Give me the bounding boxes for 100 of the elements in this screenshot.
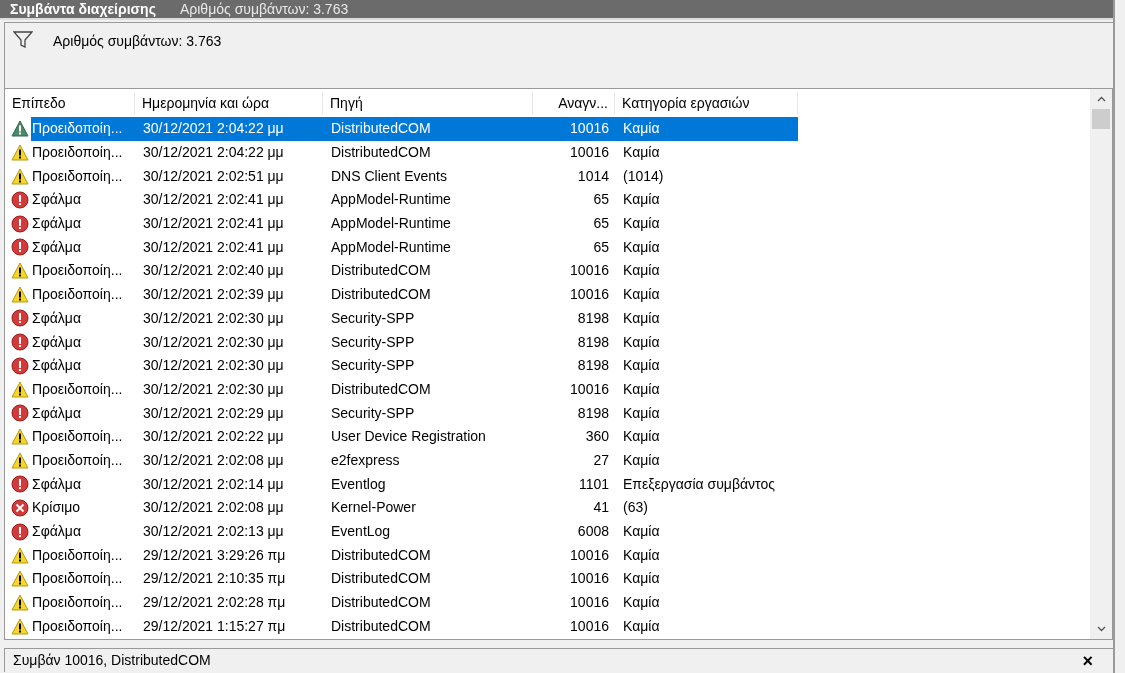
source-cell-text: DistributedCOM — [330, 285, 432, 305]
column-header[interactable]: Αναγν... — [533, 92, 615, 114]
error-icon — [11, 404, 29, 423]
source-cell-text: Security-SPP — [330, 403, 416, 423]
level-cell-text: Σφάλμα — [31, 474, 81, 494]
event-id-cell-text: 1101 — [577, 474, 610, 494]
panel-title: Συμβάντα διαχείρισης — [10, 0, 156, 19]
scroll-down-icon[interactable] — [1096, 626, 1106, 632]
level-cell-text: Κρίσιμο — [31, 498, 80, 518]
warning-icon — [11, 428, 29, 446]
category-cell-text: Καμία — [622, 569, 661, 589]
event-id-cell-text: 10016 — [569, 616, 610, 636]
filter-summary: Αριθμός συμβάντων: 3.763 — [53, 32, 222, 51]
error-icon — [11, 356, 29, 375]
column-header[interactable]: Κατηγορία εργασιών — [615, 92, 798, 114]
event-id-cell-text: 10016 — [569, 143, 610, 163]
source-cell-text: DistributedCOM — [330, 545, 432, 565]
source-cell-text: AppModel-Runtime — [330, 190, 452, 210]
warning-icon — [11, 262, 29, 280]
source-cell-text: AppModel-Runtime — [330, 214, 452, 234]
level-cell-text: Προειδοποίη... — [31, 569, 123, 589]
level-cell-text: Σφάλμα — [31, 356, 81, 376]
event-id-cell-text: 1014 — [576, 166, 610, 186]
date-cell-text: 30/12/2021 2:02:22 μμ — [142, 427, 285, 447]
level-cell-text: Προειδοποίη... — [31, 427, 123, 447]
event-id-cell-text: 8198 — [576, 356, 610, 376]
warning-icon — [11, 546, 29, 564]
date-cell-text: 30/12/2021 2:02:51 μμ — [142, 166, 285, 186]
date-cell-text: 30/12/2021 2:02:08 μμ — [142, 498, 285, 518]
source-cell-text: DistributedCOM — [330, 616, 432, 636]
filter-icon[interactable] — [13, 31, 33, 48]
error-icon — [11, 214, 29, 233]
date-cell-text: 30/12/2021 2:02:39 μμ — [142, 285, 285, 305]
level-cell-text: Προειδοποίη... — [31, 143, 123, 163]
category-cell-text: Καμία — [622, 616, 661, 636]
event-id-cell-text: 65 — [592, 237, 610, 257]
event-id-cell-text: 41 — [592, 498, 610, 518]
scroll-thumb[interactable] — [1092, 109, 1110, 129]
column-header[interactable]: Ημερομηνία και ώρα — [135, 92, 323, 114]
source-cell-text: DistributedCOM — [330, 143, 432, 163]
date-cell-text: 30/12/2021 2:02:13 μμ — [142, 522, 285, 542]
warning-icon — [11, 594, 29, 612]
warning-icon — [11, 617, 29, 635]
category-cell-text: Καμία — [622, 285, 661, 305]
level-cell-text: Σφάλμα — [31, 190, 81, 210]
date-cell-text: 30/12/2021 2:02:29 μμ — [142, 403, 285, 423]
event-id-cell-text: 10016 — [569, 593, 610, 613]
source-cell-text: DistributedCOM — [330, 569, 432, 589]
date-cell-text: 29/12/2021 3:29:26 πμ — [142, 545, 287, 565]
level-cell-text: Σφάλμα — [31, 522, 81, 542]
category-cell-text: Καμία — [622, 356, 661, 376]
column-header[interactable]: Επίπεδο — [5, 92, 135, 114]
date-cell-text: 29/12/2021 2:10:35 πμ — [142, 569, 287, 589]
category-cell-text: Καμία — [622, 545, 661, 565]
level-cell-text: Σφάλμα — [31, 214, 81, 234]
date-cell-text: 30/12/2021 2:02:08 μμ — [142, 450, 285, 470]
level-cell-text: Προειδοποίη... — [31, 593, 123, 613]
event-id-cell-text: 6008 — [576, 522, 610, 542]
category-cell-text: Καμία — [622, 308, 661, 328]
event-id-cell-text: 10016 — [569, 545, 610, 565]
error-icon — [11, 522, 29, 541]
category-cell-text: (1014) — [622, 166, 665, 186]
event-id-cell: 10016 — [533, 117, 615, 141]
column-header[interactable]: Πηγή — [323, 92, 533, 114]
error-icon — [11, 238, 29, 257]
date-cell-text: 30/12/2021 2:02:30 μμ — [142, 332, 285, 352]
date-cell: 30/12/2021 2:04:22 μμ — [135, 117, 323, 141]
category-cell-text: Καμία — [622, 261, 661, 281]
warning-icon — [11, 144, 29, 162]
source-cell-text: User Device Registration — [330, 427, 487, 447]
category-cell-text: Καμία — [622, 332, 661, 352]
source-cell-text: e2fexpress — [330, 450, 401, 470]
source-cell-text: DistributedCOM — [330, 261, 432, 281]
level-cell-text: Σφάλμα — [31, 237, 81, 257]
scrollbar[interactable] — [1090, 89, 1112, 639]
category-cell-text: Επεξεργασία συμβάντος — [622, 474, 776, 494]
category-cell-text: Καμία — [622, 427, 661, 447]
level-cell-text: Σφάλμα — [31, 332, 81, 352]
category-cell: Καμία — [615, 117, 798, 141]
event-id-cell-text: 8198 — [576, 403, 610, 423]
event-count: Αριθμός συμβάντων: 3.763 — [179, 0, 349, 19]
date-cell-text: 30/12/2021 2:04:22 μμ — [142, 143, 285, 163]
warning-icon — [11, 120, 29, 138]
event-id-cell-text: 8198 — [576, 332, 610, 352]
event-id-cell-text: 65 — [592, 190, 610, 210]
date-cell-text: 30/12/2021 2:02:30 μμ — [142, 308, 285, 328]
date-cell-text: 30/12/2021 2:02:40 μμ — [142, 261, 285, 281]
error-icon — [11, 333, 29, 352]
category-cell-text: Καμία — [622, 237, 661, 257]
category-cell-text: Καμία — [622, 143, 661, 163]
source-cell-text: Eventlog — [330, 474, 387, 494]
event-details-title: Συμβάν 10016, DistributedCOM — [13, 651, 211, 670]
category-cell-text: Καμία — [622, 190, 661, 210]
close-button[interactable]: × — [1082, 651, 1093, 670]
level-cell-text: Προειδοποίη... — [31, 450, 123, 470]
warning-icon — [11, 380, 29, 398]
scroll-up-icon[interactable] — [1096, 96, 1106, 102]
source-cell: DistributedCOM — [323, 117, 533, 141]
category-cell-text: Καμία — [622, 403, 661, 423]
category-cell-text: Καμία — [622, 522, 661, 542]
